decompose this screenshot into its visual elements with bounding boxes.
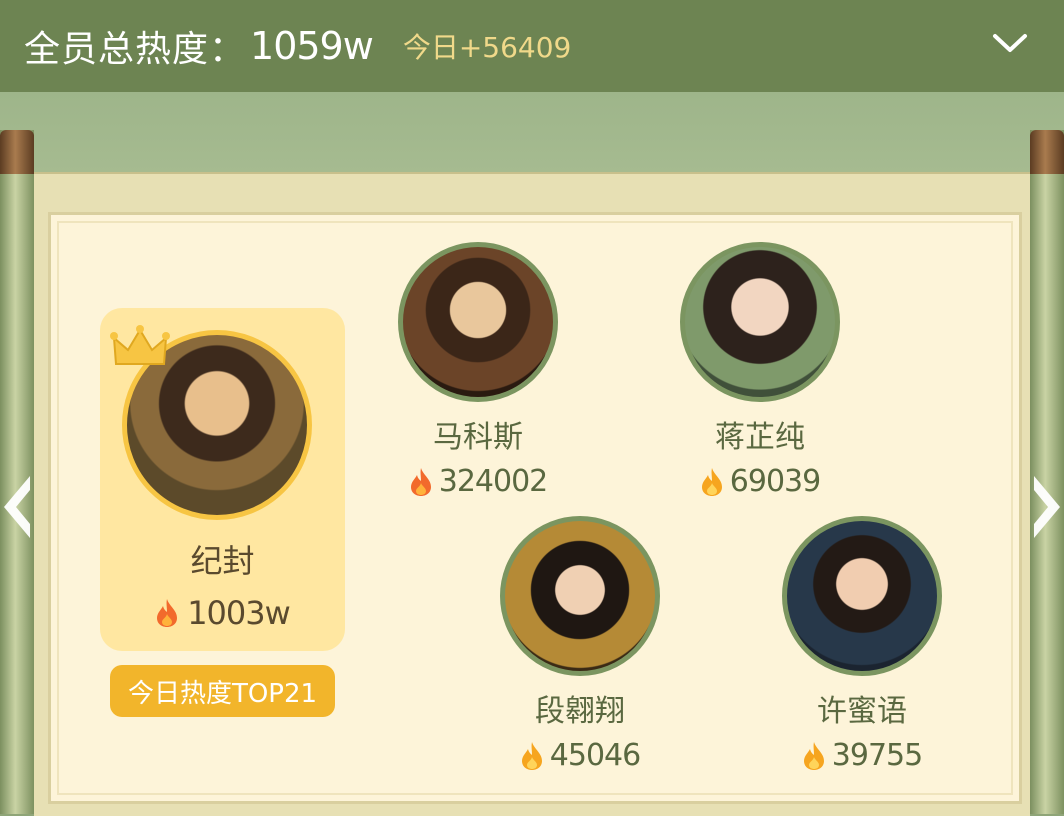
avatar[interactable] (782, 516, 942, 676)
header-bar[interactable]: 全员总热度： 1059w 今日+56409 (0, 0, 1064, 92)
member-heat: 45046 (460, 738, 700, 773)
scroll-cap-right (1030, 130, 1064, 174)
member-card[interactable]: 段翱翔 45046 (460, 516, 700, 786)
chevron-left-icon[interactable] (0, 472, 34, 542)
top-member-card[interactable]: 纪封 1003w (100, 308, 345, 651)
chevron-down-icon[interactable] (992, 28, 1028, 58)
member-name: 蒋芷纯 (715, 420, 805, 455)
member-card[interactable]: 许蜜语 39755 (742, 516, 982, 786)
avatar[interactable] (500, 516, 660, 676)
member-card[interactable]: 马科斯 324002 (358, 242, 598, 512)
member-heat: 324002 (358, 464, 598, 499)
chevron-right-icon[interactable] (1030, 472, 1064, 542)
top-member-heat-value: 1003w (187, 594, 291, 632)
total-heat-value: 1059w (250, 24, 374, 68)
avatar[interactable] (680, 242, 840, 402)
member-heat-value: 324002 (438, 464, 549, 499)
flame-icon (701, 467, 722, 496)
crown-icon (110, 325, 170, 365)
scroll-cap-left (0, 130, 34, 174)
member-heat-value: 69039 (729, 464, 821, 499)
member-name: 许蜜语 (817, 694, 907, 729)
flame-icon (803, 741, 824, 770)
member-heat-value: 39755 (831, 738, 923, 773)
total-heat-label: 全员总热度： (24, 29, 247, 70)
flame-icon (157, 599, 178, 627)
member-heat: 39755 (742, 738, 982, 773)
member-name: 段翱翔 (535, 694, 625, 729)
avatar[interactable] (398, 242, 558, 402)
today-heat-delta: 今日+56409 (402, 31, 572, 64)
rank-badge: 今日热度TOP21 (110, 665, 335, 717)
member-name: 马科斯 (433, 420, 523, 455)
member-heat: 69039 (640, 464, 880, 499)
member-heat-value: 45046 (549, 738, 641, 773)
top-member-name: 纪封 (190, 542, 255, 580)
top-member-heat: 1003w (100, 594, 345, 632)
member-card[interactable]: 蒋芷纯 69039 (640, 242, 880, 512)
flame-icon (410, 467, 431, 496)
flame-icon (521, 741, 542, 770)
